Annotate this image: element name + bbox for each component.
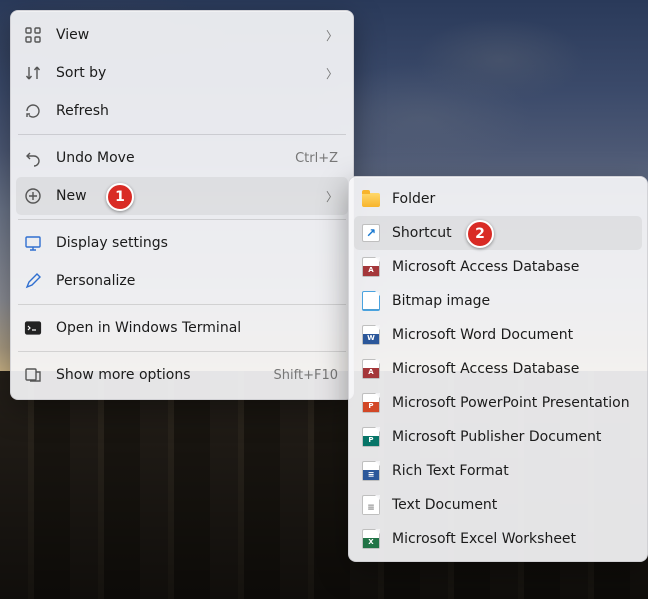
keyboard-shortcut: Shift+F10: [274, 368, 338, 383]
access-file-icon: A: [362, 257, 380, 277]
menu-separator: [18, 134, 346, 135]
menu-item-label: New: [56, 188, 312, 204]
menu-item-label: Bitmap image: [392, 293, 632, 309]
menu-separator: [18, 304, 346, 305]
keyboard-shortcut: Ctrl+Z: [295, 151, 338, 166]
submenu-item-publisher[interactable]: P Microsoft Publisher Document: [354, 420, 642, 454]
rtf-file-icon: ≡: [362, 461, 380, 481]
chevron-right-icon: 〉: [326, 65, 338, 82]
menu-item-label: Sort by: [56, 65, 312, 81]
menu-item-display-settings[interactable]: Display settings: [16, 224, 348, 262]
menu-item-label: View: [56, 27, 312, 43]
annotation-badge-1: 1: [106, 183, 134, 211]
menu-item-label: Display settings: [56, 235, 338, 251]
excel-file-icon: X: [362, 529, 380, 549]
chevron-right-icon: 〉: [326, 188, 338, 205]
menu-separator: [18, 219, 346, 220]
menu-item-view[interactable]: View 〉: [16, 16, 348, 54]
new-submenu: Folder ↗ Shortcut 2 A Microsoft Access D…: [348, 176, 648, 562]
submenu-item-bitmap[interactable]: Bitmap image: [354, 284, 642, 318]
submenu-item-text[interactable]: ≡ Text Document: [354, 488, 642, 522]
menu-item-label: Microsoft Access Database: [392, 361, 632, 377]
chevron-right-icon: 〉: [326, 27, 338, 44]
menu-item-undo-move[interactable]: Undo Move Ctrl+Z: [16, 139, 348, 177]
menu-item-label: Show more options: [56, 367, 260, 383]
personalize-icon: [24, 272, 42, 290]
word-file-icon: W: [362, 325, 380, 345]
submenu-item-access-database-2[interactable]: A Microsoft Access Database: [354, 352, 642, 386]
display-settings-icon: [24, 234, 42, 252]
folder-icon: [362, 193, 380, 207]
access-file-icon: A: [362, 359, 380, 379]
menu-item-label: Microsoft Publisher Document: [392, 429, 632, 445]
menu-item-new[interactable]: New 〉 1: [16, 177, 348, 215]
submenu-item-access-database[interactable]: A Microsoft Access Database: [354, 250, 642, 284]
menu-item-label: Microsoft Excel Worksheet: [392, 531, 632, 547]
view-icon: [24, 26, 42, 44]
refresh-icon: [24, 102, 42, 120]
menu-item-open-terminal[interactable]: Open in Windows Terminal: [16, 309, 348, 347]
menu-item-label: Refresh: [56, 103, 338, 119]
submenu-item-powerpoint[interactable]: P Microsoft PowerPoint Presentation: [354, 386, 642, 420]
menu-item-show-more[interactable]: Show more options Shift+F10: [16, 356, 348, 394]
menu-item-label: Microsoft PowerPoint Presentation: [392, 395, 632, 411]
menu-item-label: Undo Move: [56, 150, 281, 166]
terminal-icon: [24, 319, 42, 337]
menu-item-label: Rich Text Format: [392, 463, 632, 479]
menu-item-label: Personalize: [56, 273, 338, 289]
shortcut-icon: ↗: [362, 224, 380, 242]
bitmap-file-icon: [362, 291, 380, 311]
text-file-icon: ≡: [362, 495, 380, 515]
submenu-item-folder[interactable]: Folder: [354, 182, 642, 216]
desktop-context-menu: View 〉 Sort by 〉 Refresh Undo Move Ctrl+…: [10, 10, 354, 400]
menu-item-label: Open in Windows Terminal: [56, 320, 338, 336]
submenu-item-word[interactable]: W Microsoft Word Document: [354, 318, 642, 352]
submenu-item-rtf[interactable]: ≡ Rich Text Format: [354, 454, 642, 488]
plus-circle-icon: [24, 187, 42, 205]
submenu-item-excel[interactable]: X Microsoft Excel Worksheet: [354, 522, 642, 556]
menu-item-label: Microsoft Word Document: [392, 327, 632, 343]
show-more-icon: [24, 366, 42, 384]
menu-item-label: Folder: [392, 191, 632, 207]
publisher-file-icon: P: [362, 427, 380, 447]
annotation-badge-2: 2: [466, 220, 494, 248]
sort-icon: [24, 64, 42, 82]
menu-item-label: Shortcut: [392, 225, 632, 241]
menu-item-label: Microsoft Access Database: [392, 259, 632, 275]
undo-icon: [24, 149, 42, 167]
menu-item-label: Text Document: [392, 497, 632, 513]
menu-item-personalize[interactable]: Personalize: [16, 262, 348, 300]
submenu-item-shortcut[interactable]: ↗ Shortcut 2: [354, 216, 642, 250]
menu-item-refresh[interactable]: Refresh: [16, 92, 348, 130]
menu-item-sort-by[interactable]: Sort by 〉: [16, 54, 348, 92]
powerpoint-file-icon: P: [362, 393, 380, 413]
menu-separator: [18, 351, 346, 352]
